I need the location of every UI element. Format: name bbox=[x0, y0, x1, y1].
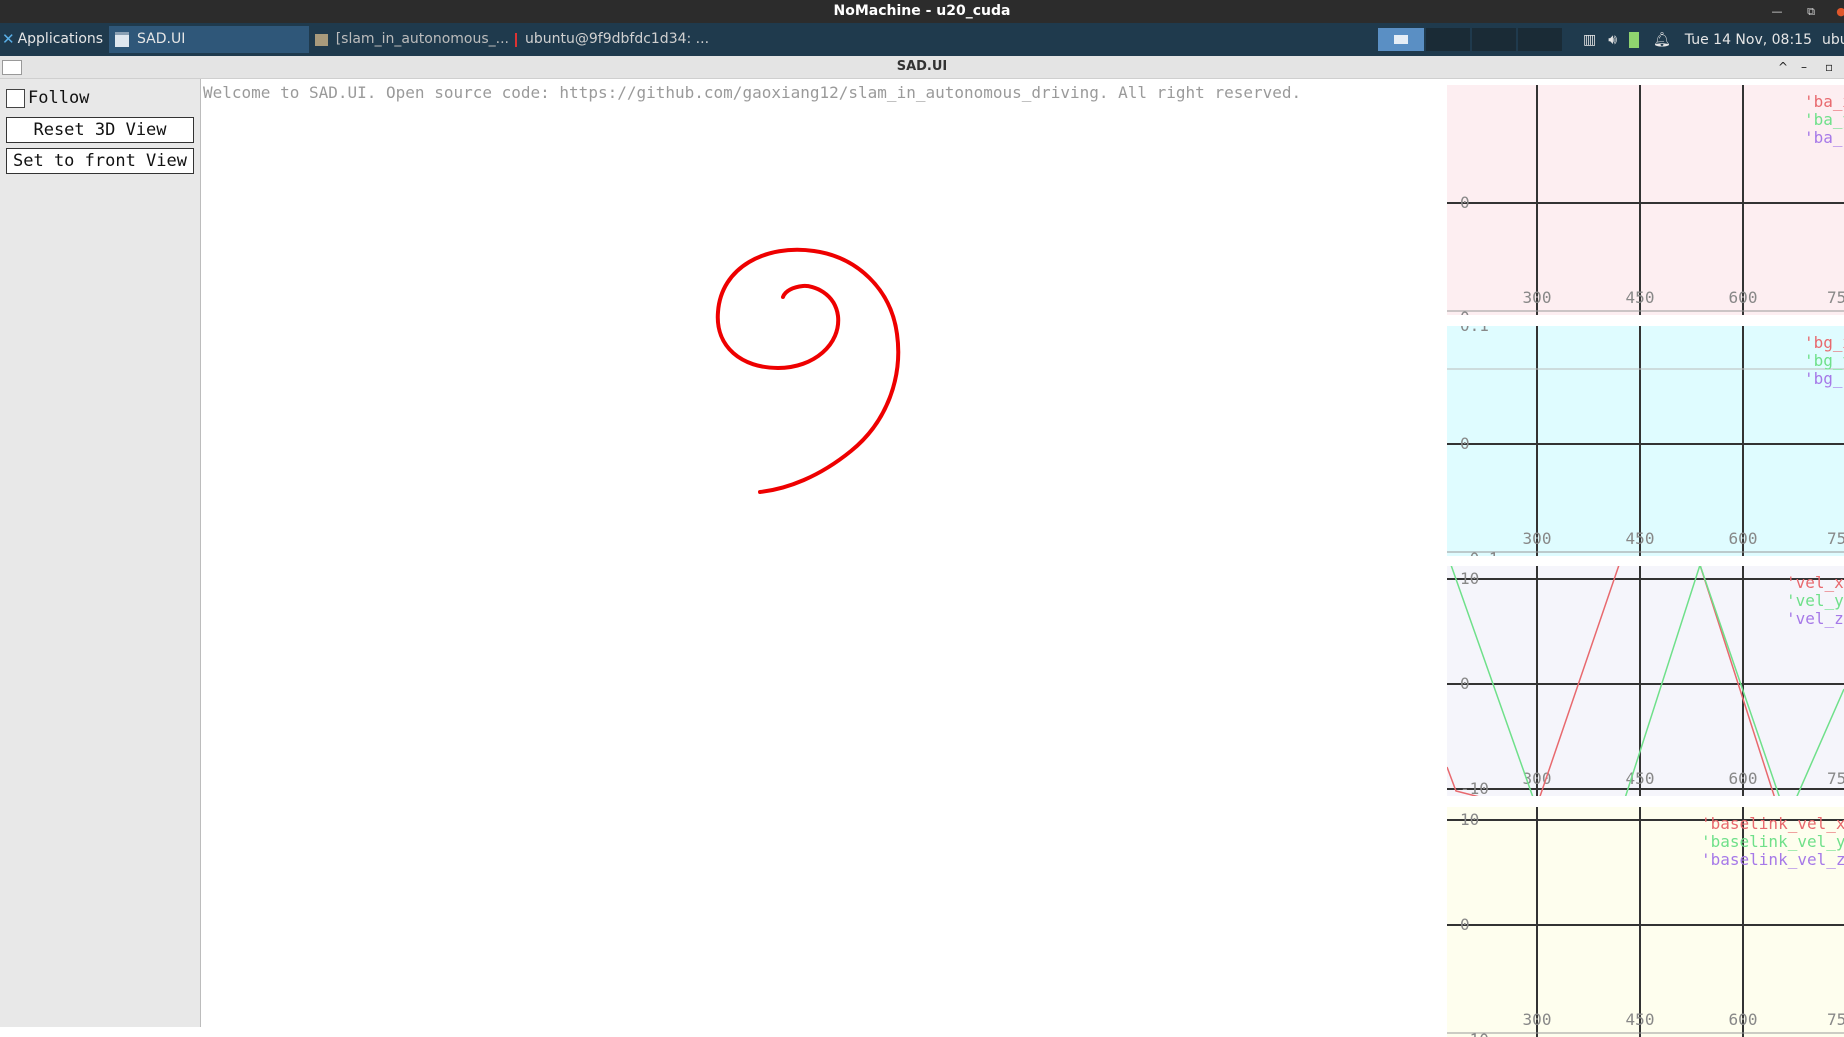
x-tick-label: 75 bbox=[1827, 529, 1844, 548]
applications-menu[interactable]: ✕ Applications ⋮ bbox=[0, 23, 116, 56]
plot-vel: 10 0 -10 300 450 600 75'vel_x'vel_y'vel_z bbox=[1447, 566, 1844, 796]
plot-svg: 100-1030045060075'baselink_vel_x'baselin… bbox=[1447, 807, 1844, 1037]
legend-entry: 'bg_y bbox=[1804, 351, 1844, 370]
workspace-4[interactable] bbox=[1518, 28, 1562, 51]
legend-entry: 'vel_z bbox=[1786, 609, 1844, 628]
network-icon[interactable]: ▥ bbox=[1583, 32, 1596, 48]
task-label: ubuntu@9f9dbfdc1d34: ... bbox=[525, 31, 709, 47]
x-tick-label: 75 bbox=[1827, 288, 1844, 307]
system-tray: ▥ 🔊︎ 🔔︎ Tue 14 Nov, 08:15 ubu bbox=[1583, 23, 1844, 56]
plot-svg: 0 0 300 450 600 75 'ba_x'ba_y'ba_z bbox=[1447, 85, 1844, 315]
follow-checkbox-box[interactable] bbox=[6, 88, 25, 108]
x-tick-label: 300 bbox=[1523, 1010, 1552, 1029]
x-tick-label: 450 bbox=[1626, 288, 1655, 307]
x-tick-label: 75 bbox=[1827, 1010, 1844, 1029]
trajectory-canvas bbox=[715, 247, 901, 494]
follow-label: Follow bbox=[28, 88, 90, 108]
x-tick-label: 600 bbox=[1729, 1010, 1758, 1029]
volume-icon[interactable]: 🔊︎ bbox=[1608, 32, 1617, 48]
workspace-3[interactable] bbox=[1472, 28, 1516, 51]
nomachine-titlebar: NoMachine - u20_cuda — ⧉ ● bbox=[0, 0, 1844, 23]
y-tick-label: 0 bbox=[1460, 308, 1470, 315]
plot-svg: 100-10300 450 600 75'vel_x'vel_y'vel_z bbox=[1447, 566, 1844, 796]
task-label: SAD.UI bbox=[137, 31, 186, 47]
x-tick-label: 600 bbox=[1729, 769, 1758, 788]
restore-icon[interactable]: ⧉ bbox=[1801, 0, 1821, 23]
x-tick-label: 600 bbox=[1729, 529, 1758, 548]
y-tick-label: -10 bbox=[1460, 1030, 1489, 1037]
y-tick-label: 10 bbox=[1460, 810, 1479, 829]
control-panel: Follow Reset 3D View Set to front View bbox=[0, 79, 201, 1027]
set-front-view-button[interactable]: Set to front View bbox=[6, 148, 194, 174]
workspace-window-icon bbox=[1394, 35, 1408, 44]
workspace-2[interactable] bbox=[1426, 28, 1470, 51]
legend-entry: 'baselink_vel_x bbox=[1701, 814, 1844, 833]
legend-entry: 'ba_x bbox=[1804, 92, 1844, 111]
plot-bg: 0 0.1 -0.1 300 450 600 75 'bg_x'bg_y'bg_z bbox=[1447, 326, 1844, 556]
trajectory-path bbox=[715, 247, 901, 494]
battery-icon[interactable] bbox=[1629, 31, 1640, 48]
applications-label: Applications bbox=[17, 31, 104, 47]
legend-entry: 'vel_x bbox=[1786, 573, 1844, 592]
y-tick-label: 0 bbox=[1460, 674, 1470, 693]
task-sad-ui[interactable]: SAD.UI bbox=[109, 26, 309, 53]
window-title: SAD.UI bbox=[896, 59, 948, 74]
xfce-logo-icon: ✕ bbox=[2, 30, 15, 48]
task-file-manager[interactable]: [slam_in_autonomous_... bbox=[309, 26, 509, 53]
nomachine-title: NoMachine - u20_cuda bbox=[833, 3, 1011, 19]
x-tick-label: 75 bbox=[1827, 769, 1844, 788]
shade-icon[interactable]: ^ bbox=[1778, 56, 1788, 78]
y-tick-label: 0 bbox=[1460, 193, 1470, 212]
y-tick-label: 0.1 bbox=[1460, 326, 1489, 335]
notification-bell-icon[interactable]: 🔔︎ bbox=[1653, 32, 1671, 48]
close-icon[interactable]: ● bbox=[1831, 0, 1844, 23]
x-tick-label: 300 bbox=[1523, 529, 1552, 548]
y-tick-label: 0 bbox=[1460, 915, 1470, 934]
taskbar: ✕ Applications ⋮ SAD.UI [slam_in_autonom… bbox=[0, 23, 1844, 56]
legend-entry: 'vel_y bbox=[1786, 591, 1844, 610]
plot-background bbox=[1447, 85, 1844, 315]
window-maximize-icon[interactable]: ▫ bbox=[1825, 56, 1833, 78]
x-tick-label: 300 bbox=[1523, 288, 1552, 307]
workspace-1[interactable] bbox=[1378, 28, 1424, 51]
task-label: [slam_in_autonomous_... bbox=[335, 31, 509, 47]
plot-ba: 0 0 300 450 600 75 'ba_x'ba_y'ba_z bbox=[1447, 85, 1844, 315]
legend-entry: 'bg_x bbox=[1804, 333, 1844, 352]
x-tick-label: 600 bbox=[1729, 288, 1758, 307]
plot-background bbox=[1447, 326, 1844, 556]
legend-entry: 'baselink_vel_y bbox=[1701, 832, 1844, 851]
plot-baselink-vel: 100-1030045060075'baselink_vel_x'baselin… bbox=[1447, 807, 1844, 1037]
clock[interactable]: Tue 14 Nov, 08:15 bbox=[1685, 32, 1812, 48]
y-tick-label: 10 bbox=[1460, 569, 1479, 588]
y-tick-label: 0 bbox=[1460, 434, 1470, 453]
legend-entry: 'bg_z bbox=[1804, 369, 1844, 388]
terminal-icon bbox=[515, 32, 517, 47]
3d-view[interactable]: Welcome to SAD.UI. Open source code: htt… bbox=[201, 79, 1447, 1027]
x-tick-label: 450 bbox=[1626, 1010, 1655, 1029]
window-icon bbox=[115, 32, 129, 47]
legend-entry: 'ba_z bbox=[1804, 128, 1844, 147]
workspace-switcher[interactable] bbox=[1378, 28, 1562, 51]
plot-background bbox=[1447, 566, 1844, 796]
legend-entry: 'ba_y bbox=[1804, 110, 1844, 129]
y-tick-label: -0.1 bbox=[1460, 549, 1499, 556]
plot-svg: 0 0.1 -0.1 300 450 600 75 'bg_x'bg_y'bg_z bbox=[1447, 326, 1844, 556]
user-menu[interactable]: ubu bbox=[1822, 32, 1844, 48]
folder-icon bbox=[315, 33, 328, 46]
window-minimize-icon[interactable]: – bbox=[1801, 56, 1807, 78]
legend-entry: 'baselink_vel_z bbox=[1701, 850, 1844, 869]
reset-3d-view-button[interactable]: Reset 3D View bbox=[6, 117, 194, 143]
follow-checkbox[interactable]: Follow bbox=[6, 87, 89, 109]
minimize-icon[interactable]: — bbox=[1767, 0, 1787, 23]
x-tick-label: 450 bbox=[1626, 529, 1655, 548]
window-titlebar: SAD.UI ^ – ▫ bbox=[0, 56, 1844, 79]
task-terminal[interactable]: ubuntu@9f9dbfdc1d34: ... bbox=[509, 26, 709, 53]
